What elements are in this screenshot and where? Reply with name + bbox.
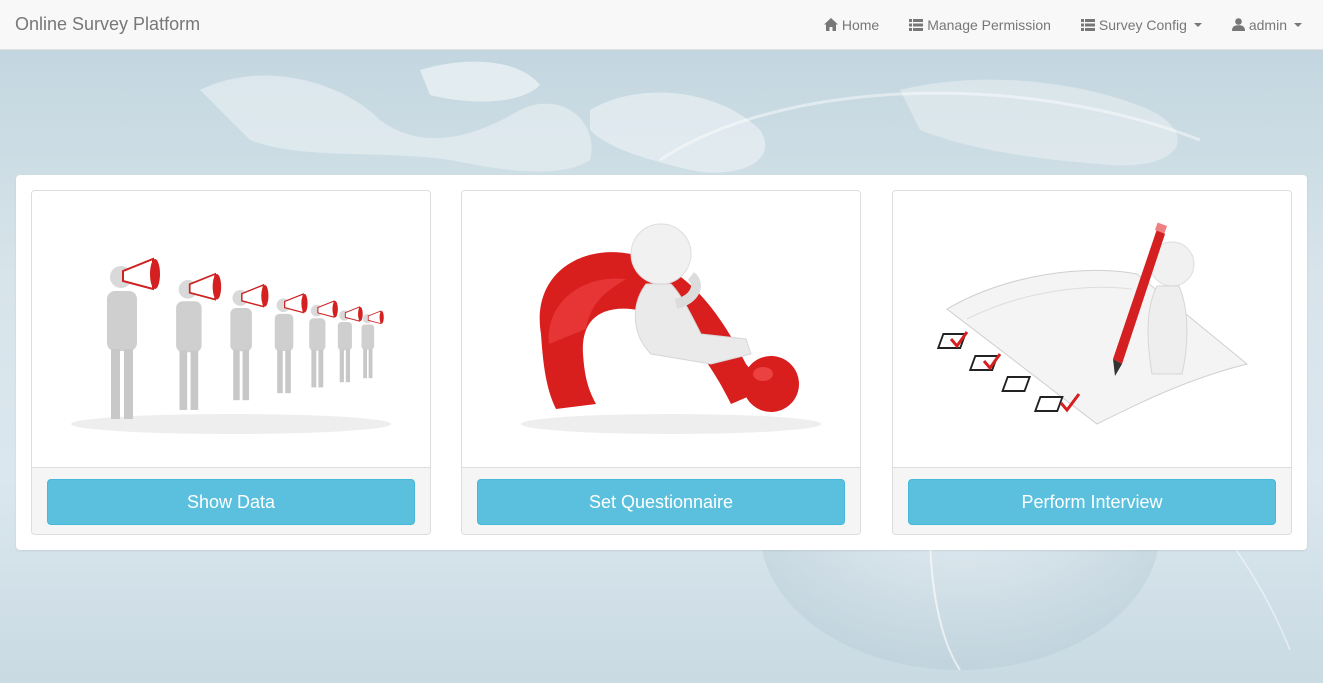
nav-item-label: Survey Config	[1098, 16, 1187, 33]
nav-menu: Home Manage Permission Survey Config adm…	[809, 0, 1323, 50]
home-icon	[823, 18, 838, 31]
brand-title[interactable]: Online Survey Platform	[0, 14, 200, 35]
card-footer: Show Data	[32, 468, 430, 534]
nav-item-label: admin	[1248, 16, 1287, 33]
nav-item-label: Home	[841, 16, 880, 33]
nav-item-label: Manage Permission	[927, 16, 1051, 33]
card-set-questionnaire: Set Questionnaire	[461, 190, 861, 535]
card-show-data: Show Data	[31, 190, 431, 535]
card-footer: Set Questionnaire	[462, 468, 860, 534]
user-icon	[1231, 18, 1245, 31]
checklist-pencil-figure-image	[893, 191, 1291, 468]
question-mark-figure-image	[462, 191, 860, 468]
nav-item-survey-config[interactable]: Survey Config	[1066, 0, 1217, 50]
nav-item-manage-permission[interactable]: Manage Permission	[894, 0, 1066, 50]
set-questionnaire-button[interactable]: Set Questionnaire	[477, 479, 845, 525]
card-perform-interview: Perform Interview	[892, 190, 1292, 535]
perform-interview-button[interactable]: Perform Interview	[908, 479, 1276, 525]
list-icon	[909, 18, 924, 31]
main-panel: Show Data Set Questionnaire Perform Inte…	[16, 175, 1307, 550]
nav-item-home[interactable]: Home	[809, 0, 894, 50]
caret-down-icon	[1193, 22, 1202, 27]
card-footer: Perform Interview	[893, 468, 1291, 534]
megaphone-people-image	[32, 191, 430, 468]
top-navbar: Online Survey Platform Home Manage Permi…	[0, 0, 1323, 50]
list-icon	[1080, 18, 1095, 31]
caret-down-icon	[1294, 22, 1302, 27]
nav-item-admin[interactable]: admin	[1217, 0, 1317, 50]
show-data-button[interactable]: Show Data	[47, 479, 415, 525]
